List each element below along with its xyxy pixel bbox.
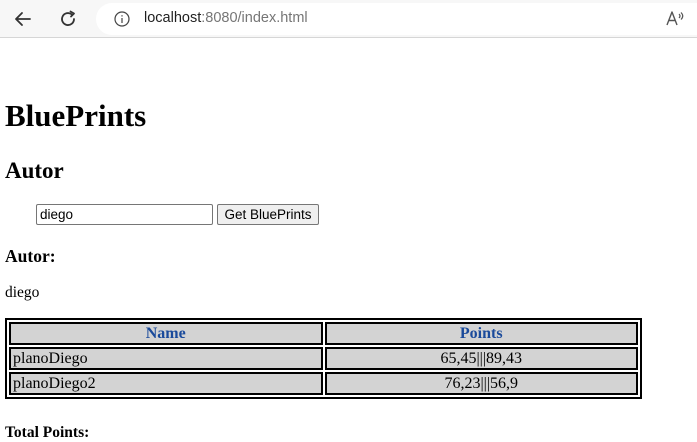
- url-text[interactable]: localhost:8080/index.html: [144, 10, 308, 26]
- column-header-name: Name: [9, 322, 323, 345]
- author-input[interactable]: [36, 204, 213, 225]
- read-aloud-icon[interactable]: [665, 10, 685, 28]
- author-section-title: Autor: [5, 158, 64, 183]
- table-row: planoDiego2 76,23|||56,9: [9, 372, 638, 395]
- autor-value: diego: [5, 284, 40, 301]
- blueprint-points-cell: 65,45|||89,43: [324, 347, 638, 370]
- reload-button[interactable]: [56, 7, 80, 31]
- back-button[interactable]: [11, 7, 35, 31]
- url-path: :8080/index.html: [201, 10, 308, 26]
- blueprint-name-cell: planoDiego2: [9, 372, 323, 395]
- url-host: localhost: [144, 10, 202, 26]
- back-arrow-icon: [15, 12, 31, 26]
- browser-toolbar: localhost:8080/index.html: [0, 0, 697, 38]
- get-blueprints-button[interactable]: Get BluePrints: [217, 204, 319, 225]
- column-header-points: Points: [324, 322, 638, 345]
- autor-heading: Autor:: [5, 246, 56, 266]
- address-bar[interactable]: localhost:8080/index.html: [96, 3, 697, 35]
- blueprint-points-cell: 76,23|||56,9: [324, 372, 638, 395]
- total-points-title: Total Points:: [5, 424, 90, 441]
- table-header-row: Name Points: [9, 322, 638, 345]
- info-icon[interactable]: [114, 11, 130, 27]
- total-points-label: Total Points:: [5, 424, 89, 442]
- page-title: BluePrints: [5, 98, 147, 133]
- reload-icon: [61, 10, 75, 26]
- blueprint-name-cell: planoDiego: [9, 347, 323, 370]
- blueprints-table: Name Points planoDiego 65,45|||89,43 pla…: [5, 318, 642, 399]
- table-row: planoDiego 65,45|||89,43: [9, 347, 638, 370]
